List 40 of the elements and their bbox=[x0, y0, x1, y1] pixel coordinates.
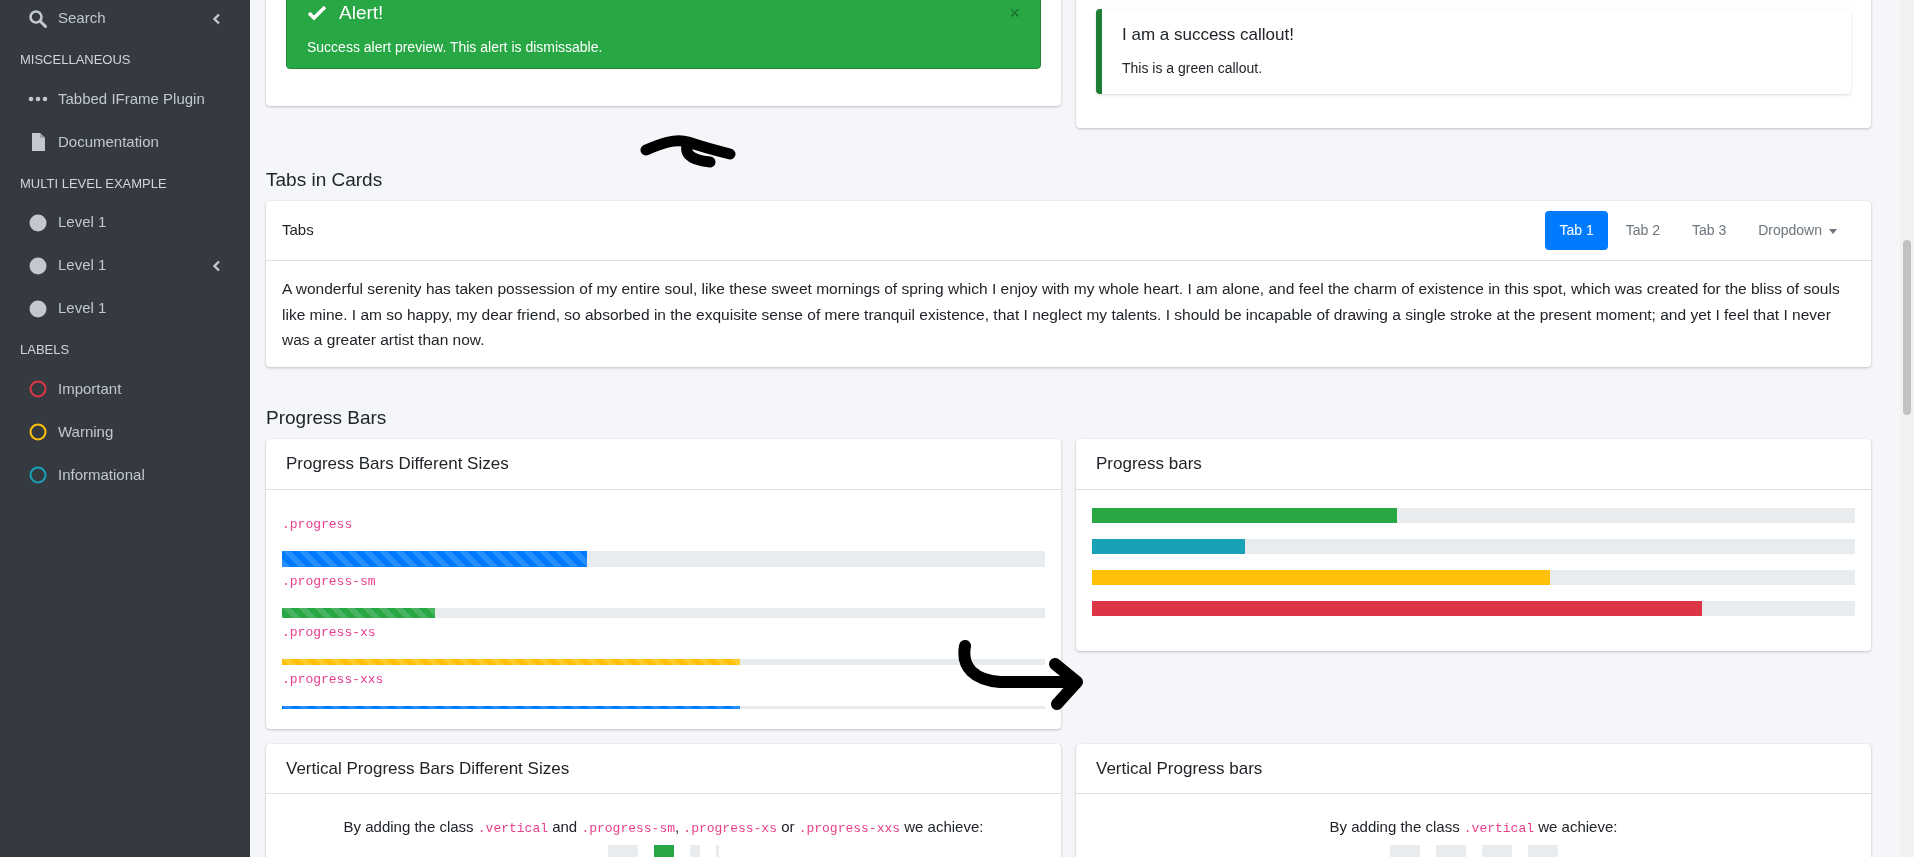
circle-icon bbox=[28, 298, 48, 319]
tab[interactable]: Dropdown bbox=[1744, 211, 1851, 250]
sidebar-item[interactable]: Level 1 bbox=[0, 287, 250, 330]
sidebar-item[interactable]: Warning bbox=[0, 410, 250, 454]
callout-text: This is a green callout. bbox=[1122, 58, 1264, 78]
sidebar-header: MULTI LEVEL EXAMPLE bbox=[19, 174, 168, 193]
alert-title: Alert! bbox=[339, 1, 384, 25]
sidebar-item[interactable]: Informational bbox=[0, 453, 250, 497]
sidebar-item[interactable]: Level 1 bbox=[0, 244, 250, 287]
sidebar-item[interactable]: Level 1 bbox=[0, 201, 250, 244]
sidebar-item[interactable]: Documentation bbox=[0, 120, 250, 164]
tab[interactable]: Tab 1 bbox=[1545, 211, 1608, 250]
intro-text: By adding the class .vertical and .progress-sm, .progress-xs or .progress-xxs we achieve: bbox=[342, 817, 985, 839]
card-title: Tabs bbox=[282, 220, 314, 241]
circle-icon bbox=[28, 212, 48, 233]
tab[interactable]: Tab 2 bbox=[1611, 211, 1674, 250]
code-label: .progress-sm bbox=[282, 572, 377, 591]
card-title: Progress Bars Different Sizes bbox=[266, 439, 1061, 490]
check-icon bbox=[307, 5, 327, 22]
section-heading: Progress Bars bbox=[266, 406, 387, 430]
tab-text: A wonderful serenity has taken possession of my entire soul, like these sweet mornings of spring which I enjoy with my whole heart. I am alone, and feel the charm of existence in this spot, which was created for the bliss of souls like mine. I am so happy, my dear friend, so absorbed in the exquisite sense of mere tranquil existence, that I neglect my talents. I should be incapable of drawing a single stroke at the present moment; and yet I feel that I never was a greater artist than now. bbox=[281, 279, 1841, 351]
tab[interactable]: Tab 3 bbox=[1677, 211, 1741, 250]
card-title: Vertical Progress bars bbox=[1076, 743, 1871, 795]
sidebar-item[interactable]: Important bbox=[0, 367, 250, 411]
sidebar-item[interactable]: Search bbox=[0, 0, 250, 40]
sidebar-header: MISCELLANEOUS bbox=[19, 51, 132, 69]
search-icon bbox=[28, 8, 48, 29]
intro-text: By adding the class .vertical we achieve: bbox=[1328, 817, 1619, 839]
code-label: .progress bbox=[282, 515, 354, 534]
sidebar-item[interactable]: Tabbed IFrame Plugin bbox=[0, 77, 250, 121]
card-title: Progress bars bbox=[1076, 439, 1871, 490]
code-label: .progress-xxs bbox=[282, 670, 385, 689]
alert-text: Success alert preview. This alert is dismissable. bbox=[307, 37, 604, 57]
circle-icon bbox=[28, 255, 48, 276]
code-label: .progress-xs bbox=[282, 623, 377, 642]
callout-title: I am a success callout! bbox=[1122, 24, 1295, 46]
section-heading: Tabs in Cards bbox=[266, 168, 383, 192]
sidebar-header: LABELS bbox=[19, 341, 71, 359]
caret-icon bbox=[1829, 228, 1837, 234]
card-title: Vertical Progress Bars Different Sizes bbox=[266, 743, 1061, 795]
